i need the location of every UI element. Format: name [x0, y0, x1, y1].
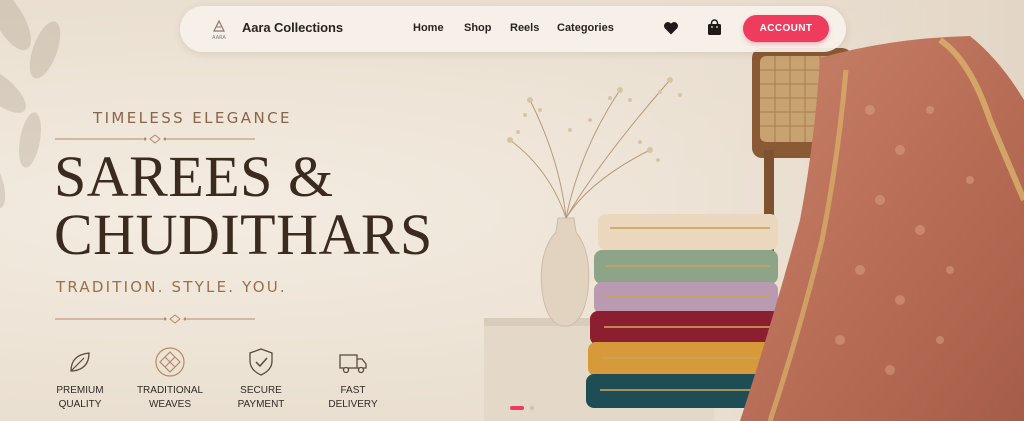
- shopping-bag-icon[interactable]: [707, 19, 722, 36]
- hero-product-image: [470, 0, 1024, 421]
- feature-secure-payment: SECURE PAYMENT: [221, 346, 301, 412]
- hero-eyebrow: TIMELESS ELEGANCE: [93, 109, 292, 127]
- nav-home-link[interactable]: Home: [413, 22, 444, 34]
- nav-reels-link[interactable]: Reels: [510, 22, 539, 34]
- carousel-dot-active[interactable]: [510, 406, 524, 410]
- hero-title: SAREES & CHUDITHARS: [54, 148, 433, 264]
- hero-tagline: TRADITION. STYLE. YOU.: [56, 278, 287, 296]
- feature-traditional-weaves: TRADITIONAL WEAVES: [130, 346, 210, 412]
- hero-title-line-1: SAREES &: [54, 144, 334, 209]
- feature-fast-delivery: FAST DELIVERY: [313, 346, 393, 412]
- account-button[interactable]: ACCOUNT: [743, 15, 829, 42]
- ornament-divider-top: [55, 134, 255, 144]
- leaf-icon: [70, 352, 90, 372]
- wishlist-heart-icon[interactable]: [663, 20, 679, 36]
- feature-label: FAST DELIVERY: [328, 385, 378, 410]
- shield-check-icon: [249, 348, 273, 376]
- nav-categories-link[interactable]: Categories: [557, 22, 614, 34]
- brand-logo-icon[interactable]: AARA: [208, 19, 230, 41]
- feature-premium-quality: PREMIUM QUALITY: [40, 346, 120, 412]
- ornament-divider-bottom: [55, 314, 255, 324]
- carousel-dot[interactable]: [530, 406, 534, 410]
- truck-icon: [339, 354, 367, 374]
- svg-text:AARA: AARA: [212, 35, 226, 41]
- feature-label: PREMIUM QUALITY: [56, 385, 104, 410]
- feature-label: TRADITIONAL WEAVES: [136, 385, 204, 410]
- feature-label: SECURE PAYMENT: [237, 385, 285, 410]
- hero-title-line-2: CHUDITHARS: [54, 202, 433, 267]
- top-navigation-bar: AARA Aara Collections Home Shop Reels Ca…: [180, 6, 846, 52]
- brand-name[interactable]: Aara Collections: [242, 20, 343, 35]
- weave-pattern-icon: [155, 347, 185, 377]
- nav-shop-link[interactable]: Shop: [464, 22, 492, 34]
